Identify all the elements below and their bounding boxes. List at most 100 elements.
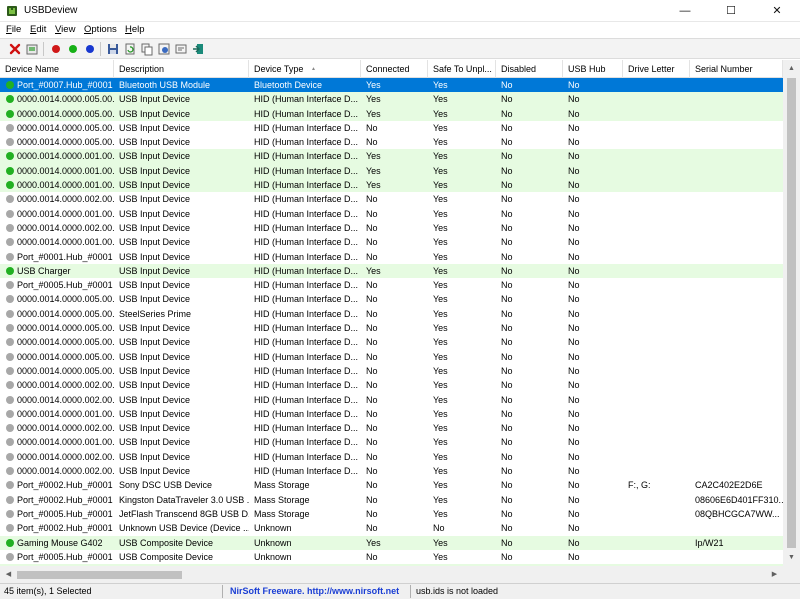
cell-device-type: HID (Human Interface D... [254,280,359,291]
table-row[interactable]: 0000.0014.0000.002.00... USB Input Device… [0,192,783,206]
column-header-connected[interactable]: Connected [361,60,428,78]
vertical-scrollbar[interactable]: ▲ ▼ [783,60,800,566]
table-row[interactable]: 0000.0014.0000.001.00... USB Input Device… [0,178,783,193]
menu-edit[interactable]: Edit [30,24,46,35]
cell-connected: No [366,365,378,376]
table-row[interactable]: 0000.0014.0000.005.00... USB Input Device… [0,121,783,135]
minimize-button[interactable]: — [662,0,708,22]
table-row[interactable]: 0000.0014.0000.002.00... USB Input Device… [0,464,783,478]
table-row[interactable]: 0000.0014.0000.005.00... USB Input Device… [0,335,783,349]
refresh-icon[interactable] [123,42,137,56]
scroll-up-icon[interactable]: ▲ [783,60,800,77]
horizontal-scrollbar[interactable]: ◀ ▶ [0,566,783,583]
table-row[interactable]: 0000.0014.0000.002.00... USB Input Device… [0,221,783,235]
cell-description: USB Input Device [119,423,191,434]
cell-device-type: HID (Human Interface D... [254,208,359,219]
close-button[interactable]: ✕ [754,0,800,22]
cell-disabled: No [501,380,513,391]
scroll-left-icon[interactable]: ◀ [0,566,17,583]
cell-safe-to-unplug: Yes [433,94,448,105]
column-header-drive-letter[interactable]: Drive Letter [623,60,690,78]
scroll-right-icon[interactable]: ▶ [766,566,783,583]
cell-connected: No [366,308,378,319]
cell-drive-letter [623,192,690,206]
table-row[interactable]: 0000.0014.0000.002.00... USB Input Device… [0,450,783,464]
column-header-device-type[interactable]: Device Type ▲ [249,60,361,78]
cell-disabled: No [501,480,513,491]
table-row[interactable]: Port_#0001.Hub_#0001 USB Input Device HID … [0,250,783,264]
table-row[interactable]: 0000.0014.0000.005.00... USB Input Device… [0,135,783,149]
column-header-description[interactable]: Description [114,60,249,78]
column-header-usb-hub[interactable]: USB Hub [563,60,623,78]
cell-device-name: 0000.0014.0000.005.00... [17,365,114,376]
column-header-safe-to-unplug[interactable]: Safe To Unpl... [428,60,496,78]
table-row[interactable]: Port_#0007.Hub_#0001 Bluetooth USB Module… [0,78,783,93]
properties-icon[interactable] [25,42,39,56]
table-row[interactable]: Port_#0005.Hub_#0001 JetFlash Transcend 8… [0,507,783,521]
column-header-disabled[interactable]: Disabled [496,60,563,78]
table-row[interactable]: Port_#0002.Hub_#0001 Unknown USB Device (… [0,521,783,535]
table-row[interactable]: 0000.0014.0000.001.00... USB Input Device… [0,235,783,249]
cell-device-type: HID (Human Interface D... [254,394,359,405]
table-row[interactable]: 0000.0014.0000.005.00... USB Input Device… [0,364,783,378]
save-icon[interactable] [106,42,120,56]
vertical-scroll-thumb[interactable] [787,78,796,548]
device-list[interactable]: Port_#0007.Hub_#0001 Bluetooth USB Module… [0,78,783,566]
cell-usb-hub: No [568,523,580,534]
table-row[interactable]: 0000.0014.0000.001.00... USB Input Device… [0,407,783,421]
nirsoft-link[interactable]: NirSoft Freeware. http://www.nirsoft.net [230,584,399,599]
horizontal-scroll-thumb[interactable] [17,571,182,579]
table-row[interactable]: 0000.0014.0000.005.00... USB Input Device… [0,92,783,107]
menu-help[interactable]: Help [125,24,145,35]
column-header-serial-number[interactable]: Serial Number [690,60,783,78]
cell-usb-hub: No [568,265,580,276]
table-row[interactable]: 0000.0014.0000.001.00... USB Input Device… [0,149,783,164]
table-row[interactable]: 0000.0014.0000.002.00... USB Input Device… [0,421,783,435]
table-row[interactable]: Gaming Mouse G402 USB Composite Device Unk… [0,535,783,550]
table-row[interactable]: 0000.0014.0000.001.00... USB Input Device… [0,207,783,221]
cell-drive-letter: F:, G: [628,480,651,491]
table-row[interactable]: 0000.0014.0000.001.00... USB Input Device… [0,163,783,179]
disable-icon[interactable] [49,42,63,56]
table-row[interactable]: 0000.0014.0000.005.00... USB Input Device… [0,321,783,335]
menu-help-accel: H [125,24,132,35]
options-icon[interactable] [174,42,188,56]
cell-usb-hub: No [568,451,580,462]
cell-connected: No [366,122,378,133]
cell-drive-letter [623,292,690,306]
enable-icon[interactable] [66,42,80,56]
table-row[interactable]: USB Charger USB Input Device HID (Human In… [0,263,783,279]
cell-disabled: No [501,437,513,448]
cell-serial-number [690,149,783,163]
table-row[interactable]: 0000.0014.0000.005.00... SteelSeries Prim… [0,307,783,321]
column-header-device-name[interactable]: Device Name [0,60,114,78]
cell-description: USB Input Device [119,280,191,291]
table-row[interactable]: 0000.0014.0000.002.00... USB Input Device… [0,378,783,392]
table-row[interactable]: Port_#0002.Hub_#0001 Kingston DataTravele… [0,493,783,507]
copy-icon[interactable] [140,42,154,56]
cell-serial-number [690,450,783,464]
scroll-down-icon[interactable]: ▼ [783,549,800,566]
table-row[interactable]: 0000.0014.0000.005.00... USB Input Device… [0,350,783,364]
cell-usb-hub: No [568,237,580,248]
window-title: USBDeview [24,5,78,16]
table-row[interactable]: 0000.0014.0000.005.00... USB Input Device… [0,292,783,306]
cell-safe-to-unplug: Yes [433,180,448,191]
menu-file[interactable]: File [6,24,21,35]
table-row[interactable]: Port_#0005.Hub_#0001 USB Input Device HID … [0,278,783,292]
cell-device-type: HID (Human Interface D... [254,237,359,248]
table-row[interactable]: 0000.0014.0000.005.00... USB Input Device… [0,106,783,121]
maximize-button[interactable]: ☐ [708,0,754,22]
menu-view[interactable]: View [55,24,75,35]
html-report-icon[interactable] [157,42,171,56]
cell-safe-to-unplug: Yes [433,337,448,348]
table-row[interactable]: Port_#0002.Hub_#0001 Sony DSC USB Device M… [0,478,783,492]
table-row[interactable]: 0000.0014.0000.001.00... USB Input Device… [0,435,783,449]
exit-icon[interactable] [191,42,205,56]
table-row[interactable]: Port_#0005.Hub_#0001 USB Composite Device… [0,550,783,564]
menu-options[interactable]: Options [84,24,117,35]
cell-description: JetFlash Transcend 8GB USB D... [119,508,249,519]
table-row[interactable]: 0000.0014.0000.002.00... USB Input Device… [0,393,783,407]
uninstall-icon[interactable] [8,42,22,56]
disconnect-icon[interactable] [83,42,97,56]
